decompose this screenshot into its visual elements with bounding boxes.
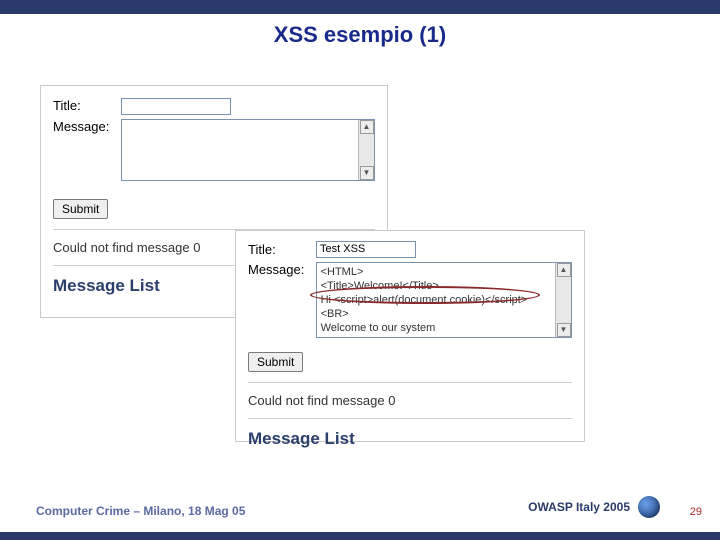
- footer-right: OWASP Italy 2005: [528, 496, 660, 518]
- bottom-bar: [0, 532, 720, 540]
- submit-button[interactable]: Submit: [53, 199, 108, 219]
- textarea-scrollbar[interactable]: ▲ ▼: [358, 120, 374, 180]
- msg-line: <Title>Welcome!</Title>: [321, 279, 553, 293]
- page-number: 29: [690, 506, 702, 518]
- textarea-scrollbar[interactable]: ▲ ▼: [555, 263, 571, 337]
- message-textarea[interactable]: <HTML> <Title>Welcome!</Title> Hi <scrip…: [316, 262, 572, 338]
- message-list-heading: Message List: [248, 429, 572, 449]
- top-bar: [0, 0, 720, 14]
- footer-right-text: OWASP Italy 2005: [528, 500, 630, 514]
- globe-icon: [638, 496, 660, 518]
- msg-line: Hi <script>alert(document.cookie)</scrip…: [321, 293, 553, 307]
- scroll-up-icon[interactable]: ▲: [360, 120, 374, 134]
- title-label: Title:: [248, 242, 308, 257]
- scroll-down-icon[interactable]: ▼: [360, 166, 374, 180]
- scroll-down-icon[interactable]: ▼: [557, 323, 571, 337]
- title-input[interactable]: Test XSS: [316, 241, 416, 258]
- msg-line: Welcome to our system: [321, 321, 553, 335]
- title-input[interactable]: [121, 98, 231, 115]
- submit-button[interactable]: Submit: [248, 352, 303, 372]
- slide-title: XSS esempio (1): [0, 22, 720, 48]
- scroll-up-icon[interactable]: ▲: [557, 263, 571, 277]
- divider: [248, 418, 572, 419]
- message-label: Message:: [248, 262, 308, 277]
- message-textarea[interactable]: ▲ ▼: [121, 119, 375, 181]
- msg-line: <BR>: [321, 307, 553, 321]
- error-message: Could not find message 0: [248, 393, 572, 408]
- form-panel-filled: Title: Test XSS Message: <HTML> <Title>W…: [235, 230, 585, 442]
- msg-line: <HTML>: [321, 265, 553, 279]
- divider: [248, 382, 572, 383]
- footer-left: Computer Crime – Milano, 18 Mag 05: [36, 504, 245, 518]
- title-label: Title:: [53, 98, 113, 113]
- message-label: Message:: [53, 119, 113, 134]
